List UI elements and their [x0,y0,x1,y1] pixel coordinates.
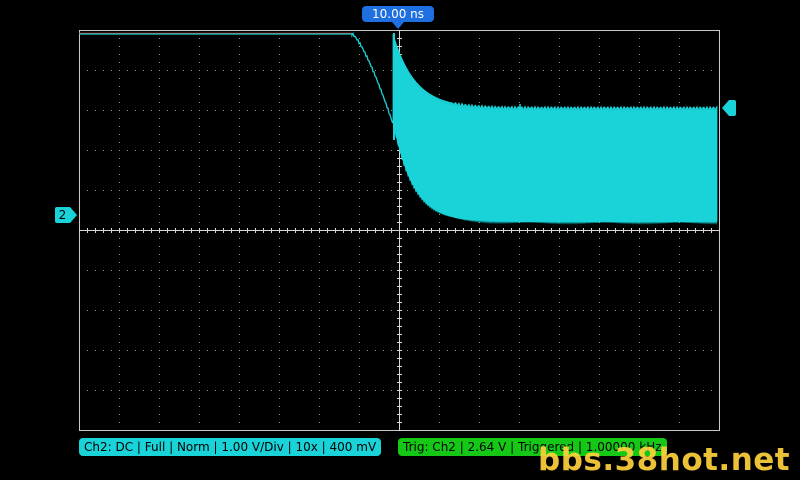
watermark-text: bbs.38hot.net [538,442,791,478]
oscilloscope-screen [79,30,720,431]
timebase-label: 10.00 ns [371,7,425,21]
trigger-position-icon [392,22,404,29]
ch2-marker-arrow-icon [70,207,77,223]
trigger-level-marker[interactable] [722,100,736,116]
trigger-level-arrow-icon [722,100,729,116]
ch2-waveform-trace [79,31,718,225]
ch2-ground-marker[interactable]: 2 [55,207,77,223]
trace-texture [395,44,717,110]
timebase-badge[interactable]: 10.00 ns [362,6,434,22]
ch2-marker-label: 2 [55,207,70,223]
trace-ringing-envelope [392,33,718,225]
channel-status-bar[interactable]: Ch2: DC | Full | Norm | 1.00 V/Div | 10x… [79,438,382,456]
trace-falling-edge [79,31,394,124]
